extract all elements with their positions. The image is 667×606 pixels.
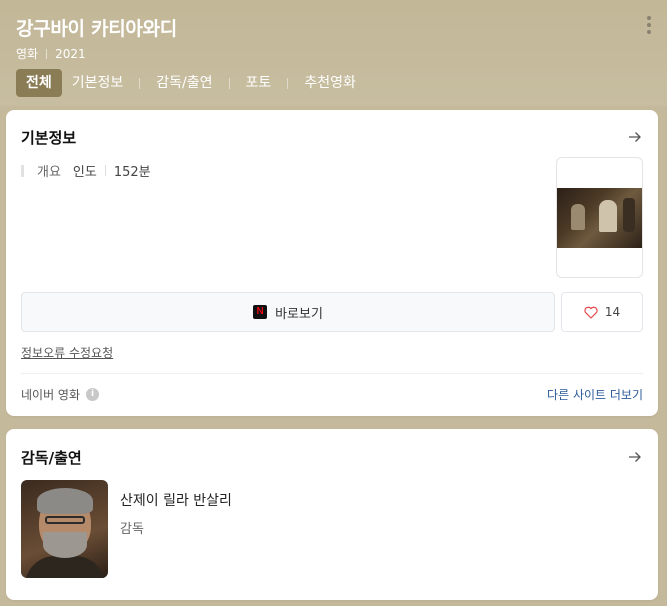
heart-icon (584, 306, 598, 319)
director-name[interactable]: 산제이 릴라 반살리 (120, 490, 232, 510)
director-photo[interactable] (21, 480, 108, 578)
info-icon[interactable]: i (86, 388, 100, 401)
divider (21, 373, 643, 374)
page-header: 강구바이 카티아와디 영화 2021 전체 기본정보 감독/출연 포토 추천영화 (0, 0, 667, 106)
tab-bar: 전체 기본정보 감독/출연 포토 추천영화 (16, 69, 366, 97)
tab-photo[interactable]: 포토 (236, 69, 282, 97)
meta-separator (46, 48, 48, 59)
netflix-icon (253, 305, 268, 319)
basic-info-card: 기본정보 개요 인도 152분 바로보기 14 정보오류 수정요청 네이버 영화… (6, 110, 658, 416)
overview-separator (104, 165, 106, 176)
cast-card: 감독/출연 산제이 릴라 반살리 감독 (6, 429, 658, 600)
meta-genre: 영화 (16, 47, 39, 61)
overview-country: 인도 (72, 165, 97, 180)
director-role: 감독 (120, 522, 144, 537)
basic-info-title: 기본정보 (21, 129, 77, 147)
tab-basic-info[interactable]: 기본정보 (62, 69, 134, 97)
overview-runtime: 152분 (113, 165, 151, 180)
poster-figure (623, 198, 635, 232)
photo-beard (43, 532, 87, 558)
poster-figure (571, 204, 585, 230)
movie-poster[interactable] (556, 157, 643, 278)
source-label: 네이버 영화 i (21, 386, 100, 403)
overview-row: 개요 인도 152분 (21, 161, 151, 180)
poster-figure (599, 200, 617, 232)
photo-glasses (45, 516, 85, 524)
arrow-right-icon[interactable] (628, 450, 642, 464)
photo-shirt (25, 556, 105, 578)
meta-year: 2021 (55, 46, 86, 61)
tab-cast[interactable]: 감독/출연 (146, 69, 222, 97)
overview-bar (21, 164, 24, 177)
more-sites-link[interactable]: 다른 사이트 더보기 (547, 386, 643, 403)
page-title: 강구바이 카티아와디 (16, 18, 177, 40)
photo-hair (37, 488, 93, 514)
report-error-link[interactable]: 정보오류 수정요청 (21, 344, 113, 361)
more-options-icon[interactable] (647, 16, 651, 34)
watch-now-button[interactable]: 바로보기 (21, 292, 555, 332)
tab-separator (228, 77, 230, 89)
tab-recommended[interactable]: 추천영화 (294, 69, 366, 97)
arrow-right-icon[interactable] (628, 130, 642, 144)
overview-key: 개요 (37, 165, 61, 180)
tab-separator (139, 77, 141, 89)
like-count: 14 (604, 305, 621, 319)
title-meta: 영화 2021 (16, 45, 86, 62)
like-button[interactable]: 14 (561, 292, 643, 332)
tab-separator (287, 77, 289, 89)
source-name: 네이버 영화 (21, 388, 81, 402)
watch-now-label: 바로보기 (275, 306, 323, 322)
tab-all[interactable]: 전체 (16, 69, 62, 97)
cast-title: 감독/출연 (21, 449, 82, 467)
